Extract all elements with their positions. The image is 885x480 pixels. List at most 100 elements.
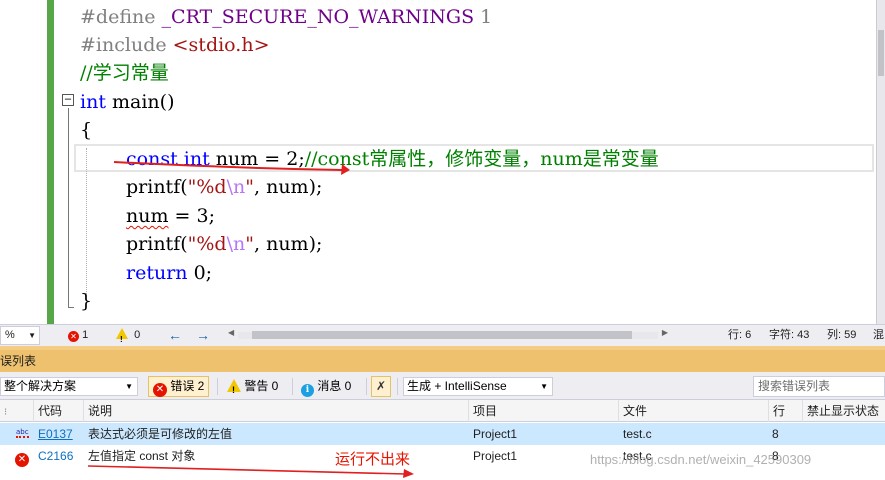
code-token: #define [80, 6, 162, 28]
code-token: , num); [254, 176, 323, 198]
error-icon: ✕ [68, 331, 79, 342]
code-token: { [80, 119, 93, 141]
error-file: test.c [623, 427, 652, 441]
column-icon[interactable]: ⁝ [0, 400, 33, 422]
separator [292, 378, 293, 395]
line-indicator: 行: 6 [728, 329, 752, 341]
warnings-filter-button[interactable]: 警告 0 [222, 376, 283, 400]
code-line[interactable]: { [80, 116, 92, 144]
error-icon: ✕ [153, 383, 167, 397]
fold-guide [68, 108, 69, 308]
code-token: " [245, 176, 254, 198]
code-token: } [80, 290, 93, 312]
error-line: 8 [772, 427, 779, 441]
code-token: 1 [474, 6, 493, 28]
error-search-input[interactable]: 搜索错误列表 [753, 376, 885, 397]
errors-filter-label: 错误 2 [170, 379, 205, 393]
warning-icon [227, 379, 241, 400]
error-code[interactable]: E0137 [34, 423, 73, 445]
vertical-scrollbar[interactable] [876, 0, 885, 324]
error-icon: ✕ [15, 449, 29, 467]
code-token: #include [80, 34, 173, 56]
fold-guide-end [68, 307, 74, 308]
code-line[interactable]: return 0; [126, 259, 212, 287]
code-token: " [245, 233, 254, 255]
code-token: main() [105, 91, 175, 113]
column-indicator: 列: 59 [827, 329, 857, 341]
indent-guide [86, 148, 87, 296]
char-indicator: 字符: 43 [769, 329, 810, 341]
code-line[interactable]: } [80, 287, 92, 315]
horizontal-scrollbar[interactable]: ◀ ▶ [228, 328, 668, 340]
scope-dropdown[interactable]: 整个解决方案 ▼ [0, 377, 138, 396]
code-line[interactable]: printf("%d\n", num); [126, 230, 322, 258]
scroll-right-icon[interactable]: ▶ [662, 328, 668, 337]
build-filter-dropdown[interactable]: 生成 + IntelliSense ▼ [403, 377, 553, 396]
error-project: Project1 [473, 427, 518, 441]
scroll-left-icon[interactable]: ◀ [228, 328, 234, 337]
code-token: = 3; [168, 205, 215, 227]
build-filter-value: 生成 + IntelliSense [407, 379, 507, 393]
column-description[interactable]: 说明 [83, 400, 468, 422]
zoom-dropdown[interactable]: % ▼ [0, 326, 40, 345]
warning-count: 0 [134, 329, 141, 341]
line-ending-indicator: 混 [873, 329, 884, 341]
filter-icon[interactable]: ✗ [371, 376, 391, 397]
code-token: //const常属性，修饰变量，num是常变量 [304, 148, 659, 170]
code-token: num [126, 205, 169, 227]
code-line[interactable]: #define _CRT_SECURE_NO_WARNINGS 1 [80, 3, 492, 31]
column-line[interactable]: 行 [768, 400, 802, 422]
column-file[interactable]: 文件 [618, 400, 768, 422]
code-line[interactable]: //学习常量 [80, 59, 169, 87]
navigate-forward-icon[interactable]: → [196, 325, 210, 346]
code-token: //学习常量 [80, 62, 169, 84]
code-token: "%d [187, 176, 227, 198]
error-suppress [803, 423, 807, 445]
vertical-scroll-thumb[interactable] [878, 30, 884, 76]
scope-value: 整个解决方案 [4, 379, 77, 393]
code-token: printf( [126, 233, 188, 255]
separator [217, 378, 218, 395]
error-list-title[interactable]: 误列表 [0, 350, 885, 372]
chevron-down-icon: ▼ [125, 382, 133, 391]
editor-status-bar: % ▼ ✕ 1 0 ← → ◀ ▶ 行: 6 字符: 43 列: 59 混 [0, 324, 885, 350]
zoom-value: % [5, 329, 15, 341]
separator [366, 378, 367, 395]
code-line[interactable]: num = 3; [126, 202, 215, 230]
column-project[interactable]: 项目 [468, 400, 618, 422]
code-editor[interactable]: − #define _CRT_SECURE_NO_WARNINGS 1 #incl… [0, 0, 885, 324]
warning-count-indicator[interactable]: 0 [116, 325, 141, 350]
info-icon: i [301, 384, 314, 397]
separator [397, 378, 398, 395]
chevron-down-icon: ▼ [540, 382, 548, 391]
messages-filter-label: 消息 0 [317, 379, 352, 393]
error-code[interactable]: C2166 [34, 445, 73, 467]
code-token: <stdio.h> [172, 34, 270, 56]
code-line[interactable]: #include <stdio.h> [80, 31, 270, 59]
code-token: \n [226, 233, 246, 255]
error-list-toolbar: 整个解决方案 ▼ ✕ 错误 2 警告 0 i 消息 0 ✗ 生成 + Intel… [0, 372, 885, 400]
messages-filter-button[interactable]: i 消息 0 [296, 376, 356, 397]
error-description: 表达式必须是可修改的左值 [88, 427, 233, 441]
error-grid-header: ⁝ 代码 说明 项目 文件 行 禁止显示状态 [0, 400, 885, 422]
gutter [54, 0, 60, 324]
warnings-filter-label: 警告 0 [244, 379, 279, 393]
table-row[interactable]: abc E0137 表达式必须是可修改的左值 Project1 test.c 8 [0, 423, 885, 445]
navigate-back-icon[interactable]: ← [168, 325, 182, 346]
change-indicator-bar [47, 0, 54, 324]
errors-filter-button[interactable]: ✕ 错误 2 [148, 376, 210, 397]
warning-icon [116, 328, 128, 350]
code-token: int [80, 91, 106, 113]
red-arrow-annotation [113, 161, 350, 175]
code-token: \n [226, 176, 246, 198]
horizontal-scroll-thumb[interactable] [252, 331, 632, 339]
error-project: Project1 [473, 449, 518, 463]
column-code[interactable]: 代码 [33, 400, 83, 422]
chevron-down-icon: ▼ [28, 331, 36, 340]
collapse-main-icon[interactable]: − [62, 93, 74, 106]
red-arrow-annotation-2 [87, 465, 414, 478]
error-count-indicator[interactable]: ✕ 1 [68, 325, 88, 346]
code-token: printf( [126, 176, 188, 198]
code-line[interactable]: int main() [80, 88, 174, 116]
column-suppress[interactable]: 禁止显示状态 [802, 400, 885, 422]
